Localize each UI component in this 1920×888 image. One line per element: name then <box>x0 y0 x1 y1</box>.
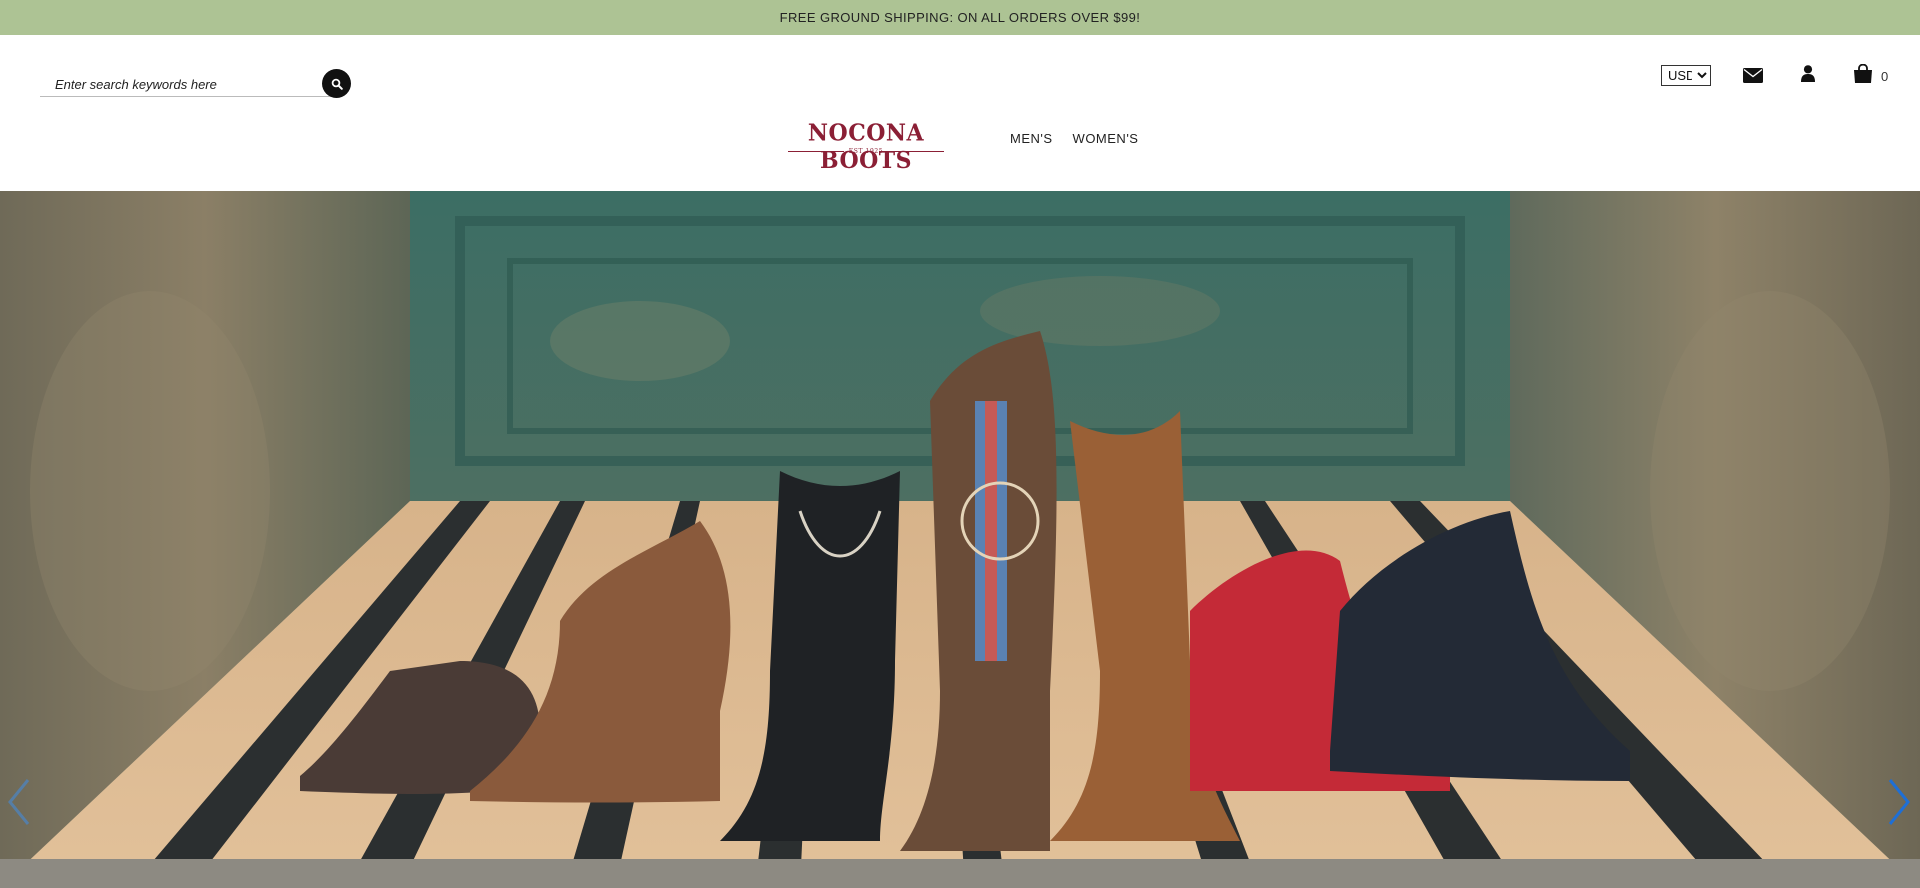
announcement-text: FREE GROUND SHIPPING: ON ALL ORDERS OVER… <box>779 10 1141 25</box>
search-button[interactable] <box>322 69 351 98</box>
nav-item-womens[interactable]: WOMEN'S <box>1073 131 1139 146</box>
site-header: USD 0 NOCONA BOOTS EST 1925 MEN'S WOMEN'… <box>0 35 1920 191</box>
contact-button[interactable] <box>1742 65 1764 85</box>
account-button[interactable] <box>1798 63 1818 83</box>
cart-button[interactable] <box>1851 62 1875 84</box>
search-form <box>40 67 351 103</box>
currency-select[interactable]: USD <box>1661 65 1711 86</box>
logo-tagline: EST 1925 <box>848 148 884 155</box>
search-icon <box>331 78 343 90</box>
envelope-icon <box>1743 67 1763 83</box>
brand-logo[interactable]: NOCONA BOOTS EST 1925 <box>786 120 946 174</box>
slider-next-button[interactable] <box>1880 776 1916 828</box>
user-icon <box>1801 64 1815 82</box>
search-input[interactable] <box>40 73 340 97</box>
shopping-bag-icon <box>1854 63 1872 83</box>
slider-prev-button[interactable] <box>2 776 38 828</box>
chevron-left-icon <box>8 779 30 825</box>
logo-text: NOCONA BOOTS <box>807 119 925 175</box>
cart-count[interactable]: 0 <box>1881 69 1888 84</box>
main-nav: MEN'S WOMEN'S <box>1010 131 1138 146</box>
nav-item-mens[interactable]: MEN'S <box>1010 131 1053 146</box>
hero-slider <box>0 191 1920 888</box>
hero-image <box>0 191 1920 888</box>
announcement-bar: FREE GROUND SHIPPING: ON ALL ORDERS OVER… <box>0 0 1920 35</box>
chevron-right-icon <box>1888 779 1910 825</box>
